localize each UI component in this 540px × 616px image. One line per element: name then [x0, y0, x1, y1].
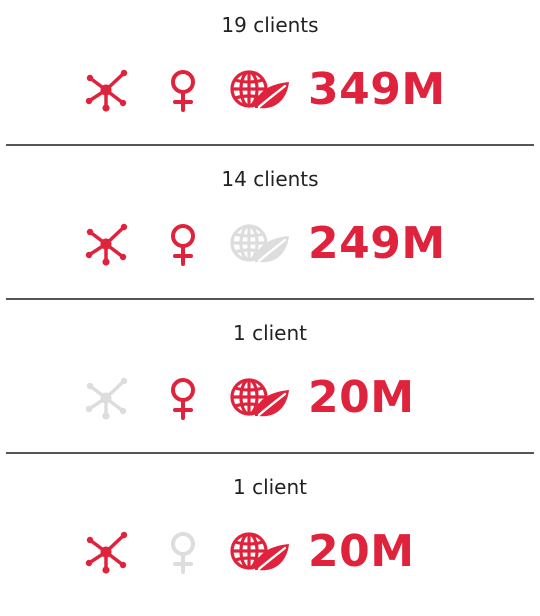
divider	[6, 298, 534, 300]
client-group: 1 client 20M	[0, 308, 540, 462]
client-group: 19 clients 349M	[0, 0, 540, 154]
client-group: 1 client 20M	[0, 462, 540, 616]
amount-value: 20M	[308, 372, 415, 423]
clients-count: 1 client	[232, 475, 307, 499]
clients-count: 14 clients	[221, 167, 319, 191]
network-icon	[85, 69, 128, 112]
amount-value: 249M	[308, 218, 446, 269]
network-icon	[85, 223, 128, 266]
female-icon	[171, 532, 195, 574]
network-icon	[85, 377, 128, 420]
clients-count: 19 clients	[221, 13, 319, 37]
client-group: 14 clients 249M	[0, 154, 540, 308]
eco-globe-icon	[230, 532, 289, 571]
indicator-row: 20M	[0, 524, 540, 580]
indicator-row: 20M	[0, 370, 540, 426]
network-icon	[85, 531, 128, 574]
clients-count: 1 client	[232, 321, 307, 345]
eco-globe-icon	[230, 224, 289, 263]
divider	[6, 452, 534, 454]
indicator-row: 349M	[0, 62, 540, 118]
amount-value: 20M	[308, 526, 415, 577]
eco-globe-icon	[230, 70, 289, 109]
female-icon	[171, 70, 195, 112]
eco-globe-icon	[230, 378, 289, 417]
divider	[6, 144, 534, 146]
client-summary-panel: 19 clients 349M 14 clients 249M 1 client…	[0, 0, 540, 616]
amount-value: 349M	[308, 64, 446, 115]
female-icon	[171, 224, 195, 266]
female-icon	[171, 378, 195, 420]
indicator-row: 249M	[0, 216, 540, 272]
